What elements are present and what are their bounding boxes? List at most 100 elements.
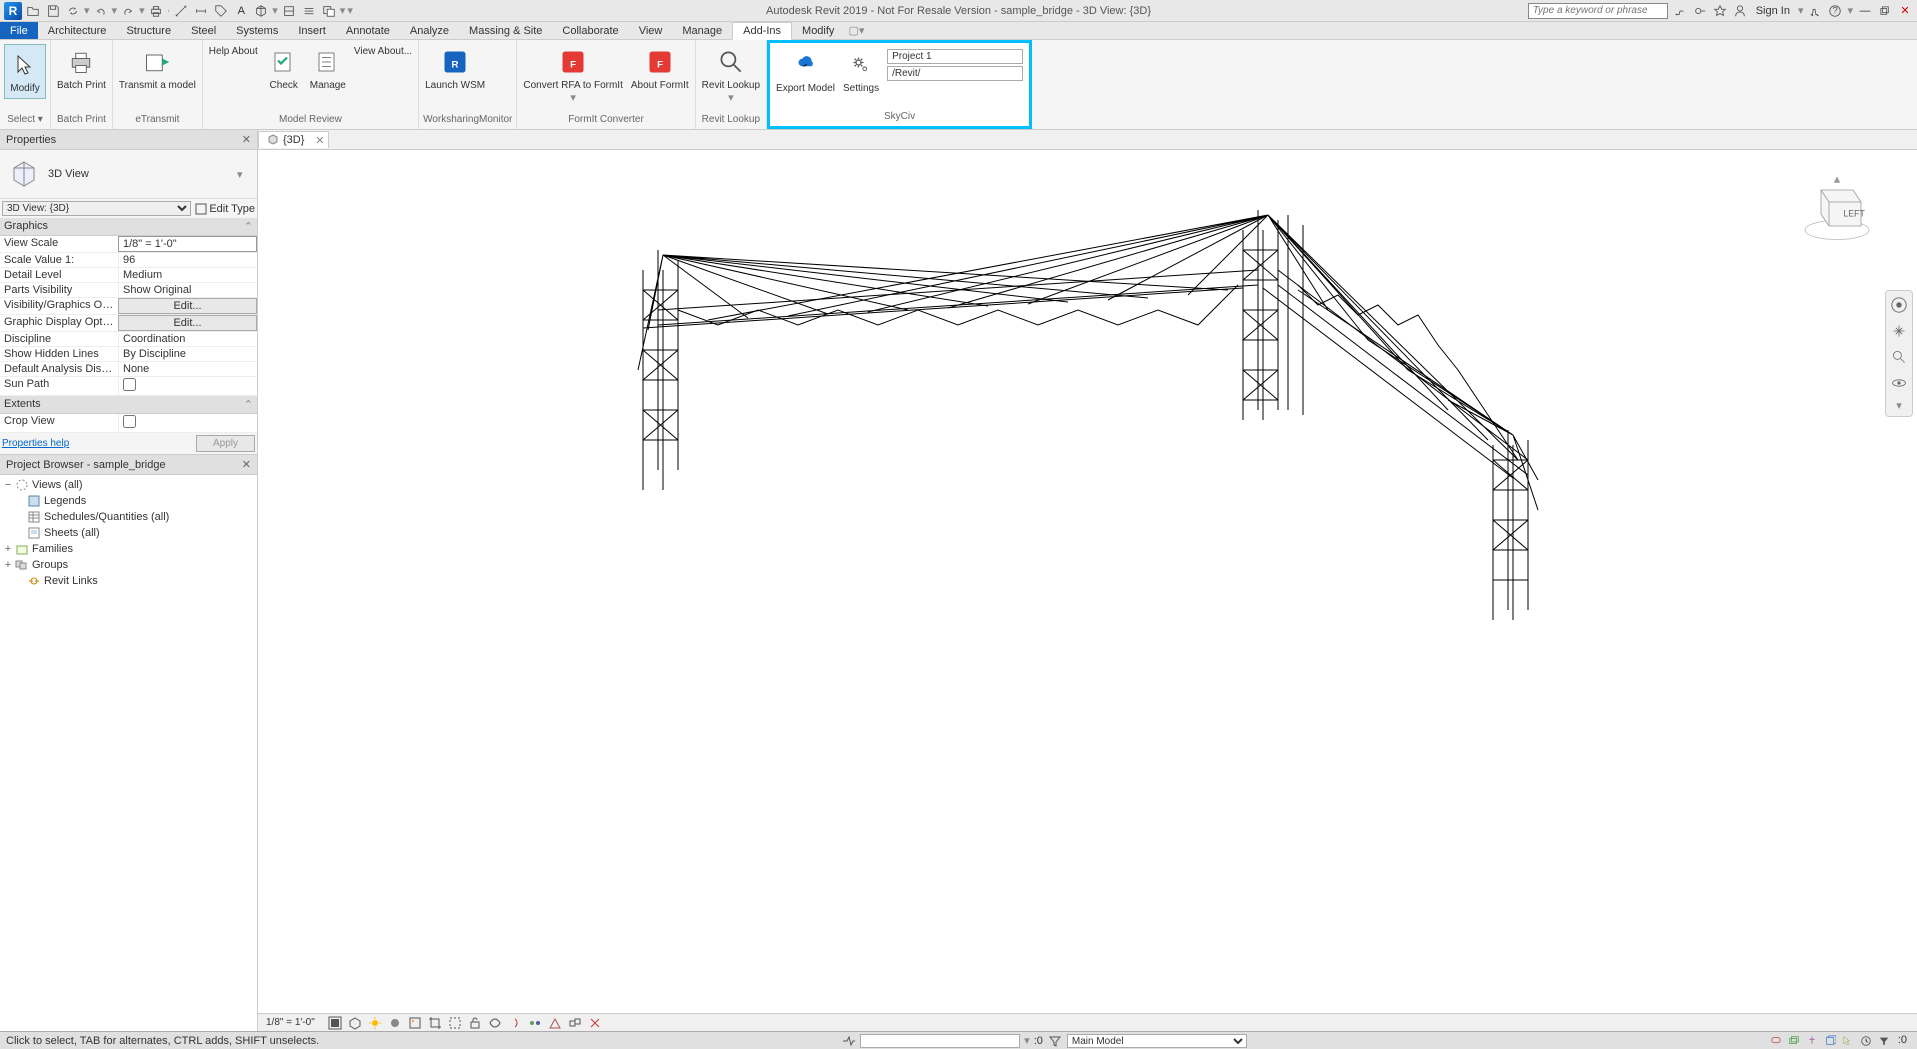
infocenter-search[interactable]	[1528, 3, 1668, 19]
thinlines-icon[interactable]	[300, 2, 318, 20]
tree-item[interactable]: +Families	[2, 541, 255, 557]
undo-dropdown-icon[interactable]: ▾	[112, 4, 118, 17]
text-icon[interactable]: A	[232, 2, 250, 20]
skyciv-path-input[interactable]	[887, 66, 1023, 81]
crop-region-icon[interactable]	[447, 1015, 463, 1031]
unlocked-icon[interactable]	[467, 1015, 483, 1031]
edit-type-button[interactable]: Edit Type	[195, 201, 255, 216]
convert-dropdown-icon[interactable]: ▾	[570, 91, 576, 104]
workset-selector[interactable]: Main Model	[1067, 1034, 1247, 1048]
check-button[interactable]: Check	[264, 44, 304, 93]
status-dropdown-icon[interactable]: ▾	[1024, 1034, 1030, 1047]
switch-win-dropdown-icon[interactable]: ▾	[340, 4, 346, 17]
help-dropdown-icon[interactable]: ▾	[1847, 4, 1853, 17]
tab-addins[interactable]: Add-Ins	[732, 22, 792, 40]
lookup-dropdown-icon[interactable]: ▾	[728, 91, 734, 104]
property-value[interactable]: Medium	[118, 268, 257, 282]
drawing-canvas[interactable]: LEFT ▾	[258, 150, 1917, 1013]
tab-collaborate[interactable]: Collaborate	[552, 22, 628, 39]
tab-insert[interactable]: Insert	[288, 22, 336, 39]
maximize-icon[interactable]	[1877, 3, 1893, 19]
tree-toggle-icon[interactable]: +	[2, 543, 14, 555]
property-value[interactable]: None	[118, 362, 257, 376]
property-value[interactable]: Edit...	[118, 315, 257, 331]
skyciv-settings-button[interactable]: Settings	[841, 47, 881, 96]
property-value[interactable]: By Discipline	[118, 347, 257, 361]
property-checkbox[interactable]	[123, 415, 136, 428]
signin-dropdown-icon[interactable]: ▾	[1798, 4, 1804, 17]
type-dropdown-icon[interactable]: ▾	[237, 168, 249, 181]
tab-manage[interactable]: Manage	[672, 22, 732, 39]
user-icon[interactable]	[1732, 3, 1748, 19]
orbit-icon[interactable]	[1889, 373, 1909, 393]
tree-item[interactable]: Schedules/Quantities (all)	[2, 509, 255, 525]
reveal-hidden-icon[interactable]	[507, 1015, 523, 1031]
redo-dropdown-icon[interactable]: ▾	[139, 4, 145, 17]
filter-icon[interactable]	[1047, 1034, 1063, 1048]
select-underlay-icon[interactable]	[1786, 1034, 1802, 1048]
view-scale-display[interactable]: 1/8" = 1'-0"	[266, 1017, 323, 1028]
favorites-icon[interactable]	[1712, 3, 1728, 19]
convert-rfa-button[interactable]: F Convert RFA to FormIt ▾	[521, 44, 624, 106]
tree-item[interactable]: +Groups	[2, 557, 255, 573]
visual-style-icon[interactable]	[347, 1015, 363, 1031]
properties-instance-selector[interactable]: 3D View: {3D}	[2, 201, 191, 216]
exchange-icon[interactable]	[1807, 3, 1823, 19]
filter-selection-icon[interactable]	[1876, 1034, 1892, 1048]
worksharing-display-icon[interactable]	[527, 1015, 543, 1031]
rendering-icon[interactable]	[407, 1015, 423, 1031]
manage-button[interactable]: Manage	[308, 44, 348, 93]
section-icon[interactable]	[280, 2, 298, 20]
property-checkbox[interactable]	[123, 378, 136, 391]
tab-architecture[interactable]: Architecture	[38, 22, 117, 39]
qat-customize-icon[interactable]: ▾	[347, 4, 353, 17]
select-pinned-icon[interactable]	[1804, 1034, 1820, 1048]
tab-annotate[interactable]: Annotate	[336, 22, 400, 39]
temp-hide-icon[interactable]	[487, 1015, 503, 1031]
detail-level-icon[interactable]	[327, 1015, 343, 1031]
background-processes-icon[interactable]	[1858, 1034, 1874, 1048]
property-value[interactable]: Show Original	[118, 283, 257, 297]
status-input[interactable]	[860, 1034, 1020, 1048]
selection-count-icon[interactable]	[840, 1034, 856, 1048]
select-face-icon[interactable]	[1822, 1034, 1838, 1048]
pan-icon[interactable]	[1889, 321, 1909, 341]
tree-toggle-icon[interactable]: +	[2, 559, 14, 571]
close-inactive-icon[interactable]	[320, 2, 338, 20]
align-dim-icon[interactable]	[192, 2, 210, 20]
properties-close-icon[interactable]: ✕	[242, 133, 251, 146]
print-icon[interactable]	[147, 2, 165, 20]
apply-button[interactable]: Apply	[196, 435, 255, 452]
drag-elements-icon[interactable]	[1840, 1034, 1856, 1048]
navbar-expand-icon[interactable]: ▾	[1896, 399, 1902, 412]
close-window-icon[interactable]: ✕	[1897, 3, 1913, 19]
property-value[interactable]	[118, 377, 257, 395]
reveal-constraints-icon[interactable]	[587, 1015, 603, 1031]
keyconcepts-icon[interactable]	[1692, 3, 1708, 19]
tab-systems[interactable]: Systems	[226, 22, 288, 39]
tree-item[interactable]: Revit Links	[2, 573, 255, 589]
ribbon-group-select[interactable]: Select ▾	[4, 114, 46, 127]
revit-lookup-button[interactable]: Revit Lookup ▾	[700, 44, 762, 106]
help-icon[interactable]: ?	[1827, 3, 1843, 19]
view-about-button[interactable]: View About...	[352, 44, 414, 59]
tree-toggle-icon[interactable]: −	[2, 479, 14, 491]
tree-item[interactable]: Legends	[2, 493, 255, 509]
sync-icon[interactable]	[64, 2, 82, 20]
about-formit-button[interactable]: F About FormIt	[629, 44, 691, 93]
skyciv-project-input[interactable]	[887, 49, 1023, 64]
view-tab-close-icon[interactable]: ✕	[315, 134, 324, 147]
tab-structure[interactable]: Structure	[116, 22, 181, 39]
default3d-icon[interactable]	[252, 2, 270, 20]
tab-steel[interactable]: Steel	[181, 22, 226, 39]
property-value[interactable]: Edit...	[118, 298, 257, 314]
project-browser-tree[interactable]: −Views (all)LegendsSchedules/Quantities …	[0, 475, 257, 1031]
sun-path-icon[interactable]	[367, 1015, 383, 1031]
batch-print-button[interactable]: Batch Print	[55, 44, 108, 93]
select-links-icon[interactable]	[1768, 1034, 1784, 1048]
tab-analyze[interactable]: Analyze	[400, 22, 459, 39]
viewcube[interactable]: LEFT	[1797, 170, 1877, 250]
measure-icon[interactable]	[172, 2, 190, 20]
undo-icon[interactable]	[92, 2, 110, 20]
ribbon-expand-icon[interactable]: ▢▾	[844, 22, 868, 39]
